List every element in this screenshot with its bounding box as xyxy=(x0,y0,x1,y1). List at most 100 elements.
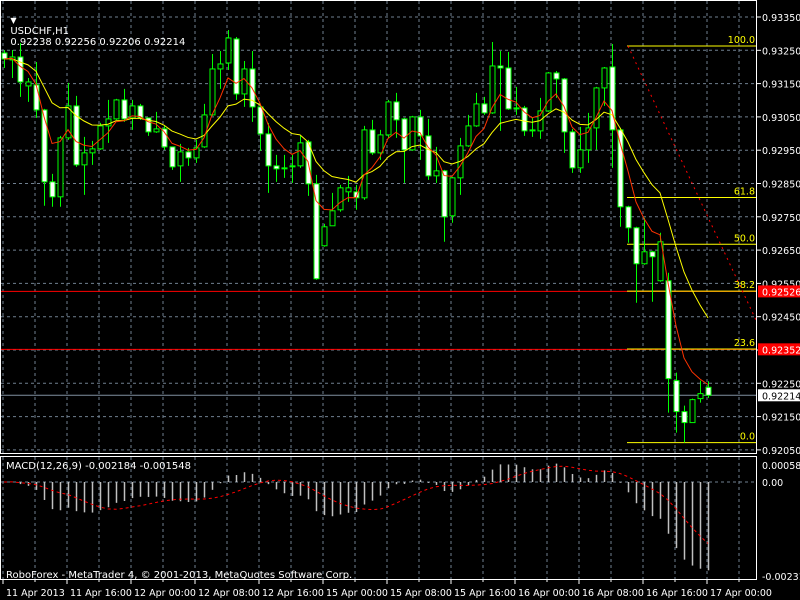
candle-bear xyxy=(169,146,176,168)
candle-bear xyxy=(233,38,240,95)
candle-bull xyxy=(385,101,392,136)
fib-level-label: 23.6 xyxy=(734,338,755,349)
time-axis-label: 12 Apr 08:00 xyxy=(198,588,260,599)
candle-bull xyxy=(529,129,536,132)
candle-bear xyxy=(265,133,272,167)
candle-bull xyxy=(337,187,344,211)
candle-bull xyxy=(473,103,480,127)
candle-bear xyxy=(497,65,504,69)
price-axis-label: 0.93350 xyxy=(762,13,800,24)
time-axis-label: 11 Apr 2013 xyxy=(6,588,65,599)
macd-label: MACD(12,26,9) -0.002184 -0.001548 xyxy=(6,461,191,472)
time-axis-label: 12 Apr 00:00 xyxy=(134,588,196,599)
price-axis-label: 0.92250 xyxy=(762,379,800,390)
fib-level-label: 38.2 xyxy=(734,280,755,291)
price-axis-label: 0.92650 xyxy=(762,246,800,257)
candle-bear xyxy=(617,129,624,208)
time-axis-label: 12 Apr 16:00 xyxy=(262,588,324,599)
candle-bear xyxy=(185,151,192,159)
price-axis-label: 0.93150 xyxy=(762,80,800,91)
symbol-label: USDCHF,H1 xyxy=(10,26,70,37)
candle-bear xyxy=(521,107,528,132)
time-axis-label: 15 Apr 08:00 xyxy=(390,588,452,599)
candle-bull xyxy=(601,67,608,89)
price-axis-label: 0.92050 xyxy=(762,446,800,457)
ohlc-values: 0.92238 0.92256 0.92206 0.92214 xyxy=(10,37,186,48)
fast-moving-average xyxy=(3,57,709,385)
fib-level-label: 50.0 xyxy=(734,233,755,244)
candle-bull xyxy=(57,137,64,198)
candle-bear xyxy=(569,131,576,169)
price-axis-label: 0.92150 xyxy=(762,413,800,424)
candle-bull xyxy=(377,134,384,154)
fibonacci-retracement[interactable]: 100.0 61.8 50.0 38.2 23.6 0.0 xyxy=(627,35,757,444)
fib-trendline xyxy=(627,45,757,321)
macd-indicator xyxy=(3,463,710,571)
candle-bear xyxy=(17,56,24,83)
candle-bull xyxy=(409,116,416,151)
time-axis-label: 16 Apr 16:00 xyxy=(646,588,708,599)
candlestick-series xyxy=(1,29,712,443)
candle-bear xyxy=(273,165,280,170)
candle-bull xyxy=(113,99,120,120)
candle-bear xyxy=(425,135,432,177)
candle-bear xyxy=(633,227,640,265)
candle-bull xyxy=(449,177,456,217)
candle-bull xyxy=(465,125,472,147)
candle-bull xyxy=(577,149,584,169)
candle-bull xyxy=(345,187,352,193)
time-axis-label: 17 Apr 00:00 xyxy=(710,588,772,599)
candle-bear xyxy=(33,84,40,111)
candle-bull xyxy=(513,107,520,110)
price-axis-label: 0.92850 xyxy=(762,180,800,191)
fib-level-label: 0.0 xyxy=(740,432,755,443)
grid xyxy=(1,1,757,579)
candle-bear xyxy=(553,72,560,80)
horizontal-levels xyxy=(1,290,757,396)
chart-menu-icon[interactable]: ▼ xyxy=(10,16,16,25)
time-axis-label: 15 Apr 00:00 xyxy=(326,588,388,599)
fib-level-label: 61.8 xyxy=(734,186,755,197)
time-axis-label: 16 Apr 08:00 xyxy=(582,588,644,599)
candle-bear xyxy=(401,118,408,151)
macd-axis-label: 0.00 xyxy=(762,478,783,489)
candle-bear xyxy=(313,183,320,280)
price-axis-label: 0.92750 xyxy=(762,213,800,224)
candle-bear xyxy=(625,206,632,229)
time-axis-label: 11 Apr 16:00 xyxy=(70,588,132,599)
price-axis-label: 0.93050 xyxy=(762,113,800,124)
chart-canvas[interactable]: 100.0 61.8 50.0 38.2 23.6 0.0 0.93350 0.93250 0… xyxy=(0,0,800,600)
macd-axis-label: -0.002316 xyxy=(762,572,800,583)
price-axis-label: 0.92950 xyxy=(762,146,800,157)
candle-bull xyxy=(593,87,600,129)
price-axis-label: 0.93250 xyxy=(762,46,800,57)
candle-bull xyxy=(89,148,96,154)
macd-axis-label: 0.00058 xyxy=(762,461,800,472)
candle-bull xyxy=(489,65,496,114)
candle-bull xyxy=(225,37,232,64)
candle-bear xyxy=(1,52,8,60)
candle-bull xyxy=(177,151,184,167)
candle-bear xyxy=(121,99,128,120)
price-tag-label: 0.92214 xyxy=(762,391,800,402)
time-axis-label: 16 Apr 00:00 xyxy=(518,588,580,599)
candle-bull xyxy=(81,152,88,166)
candle-bear xyxy=(369,129,376,154)
candle-bear xyxy=(49,181,56,198)
candle-bear xyxy=(673,380,680,413)
price-axis-label: 0.92450 xyxy=(762,313,800,324)
candle-bull xyxy=(361,129,368,199)
time-axis-label: 15 Apr 16:00 xyxy=(454,588,516,599)
candle-bear xyxy=(681,411,688,424)
candle-bull xyxy=(25,81,32,87)
candle-bear xyxy=(257,106,264,135)
candle-bear xyxy=(649,251,656,258)
fib-level-label: 100.0 xyxy=(728,35,755,46)
candle-bull xyxy=(545,72,552,112)
candle-bear xyxy=(481,103,488,114)
candle-bull xyxy=(641,251,648,265)
candle-bull xyxy=(433,170,440,177)
price-tag-label: 0.92526 xyxy=(762,287,800,298)
candle-bear xyxy=(705,386,712,396)
candle-bull xyxy=(329,210,336,227)
